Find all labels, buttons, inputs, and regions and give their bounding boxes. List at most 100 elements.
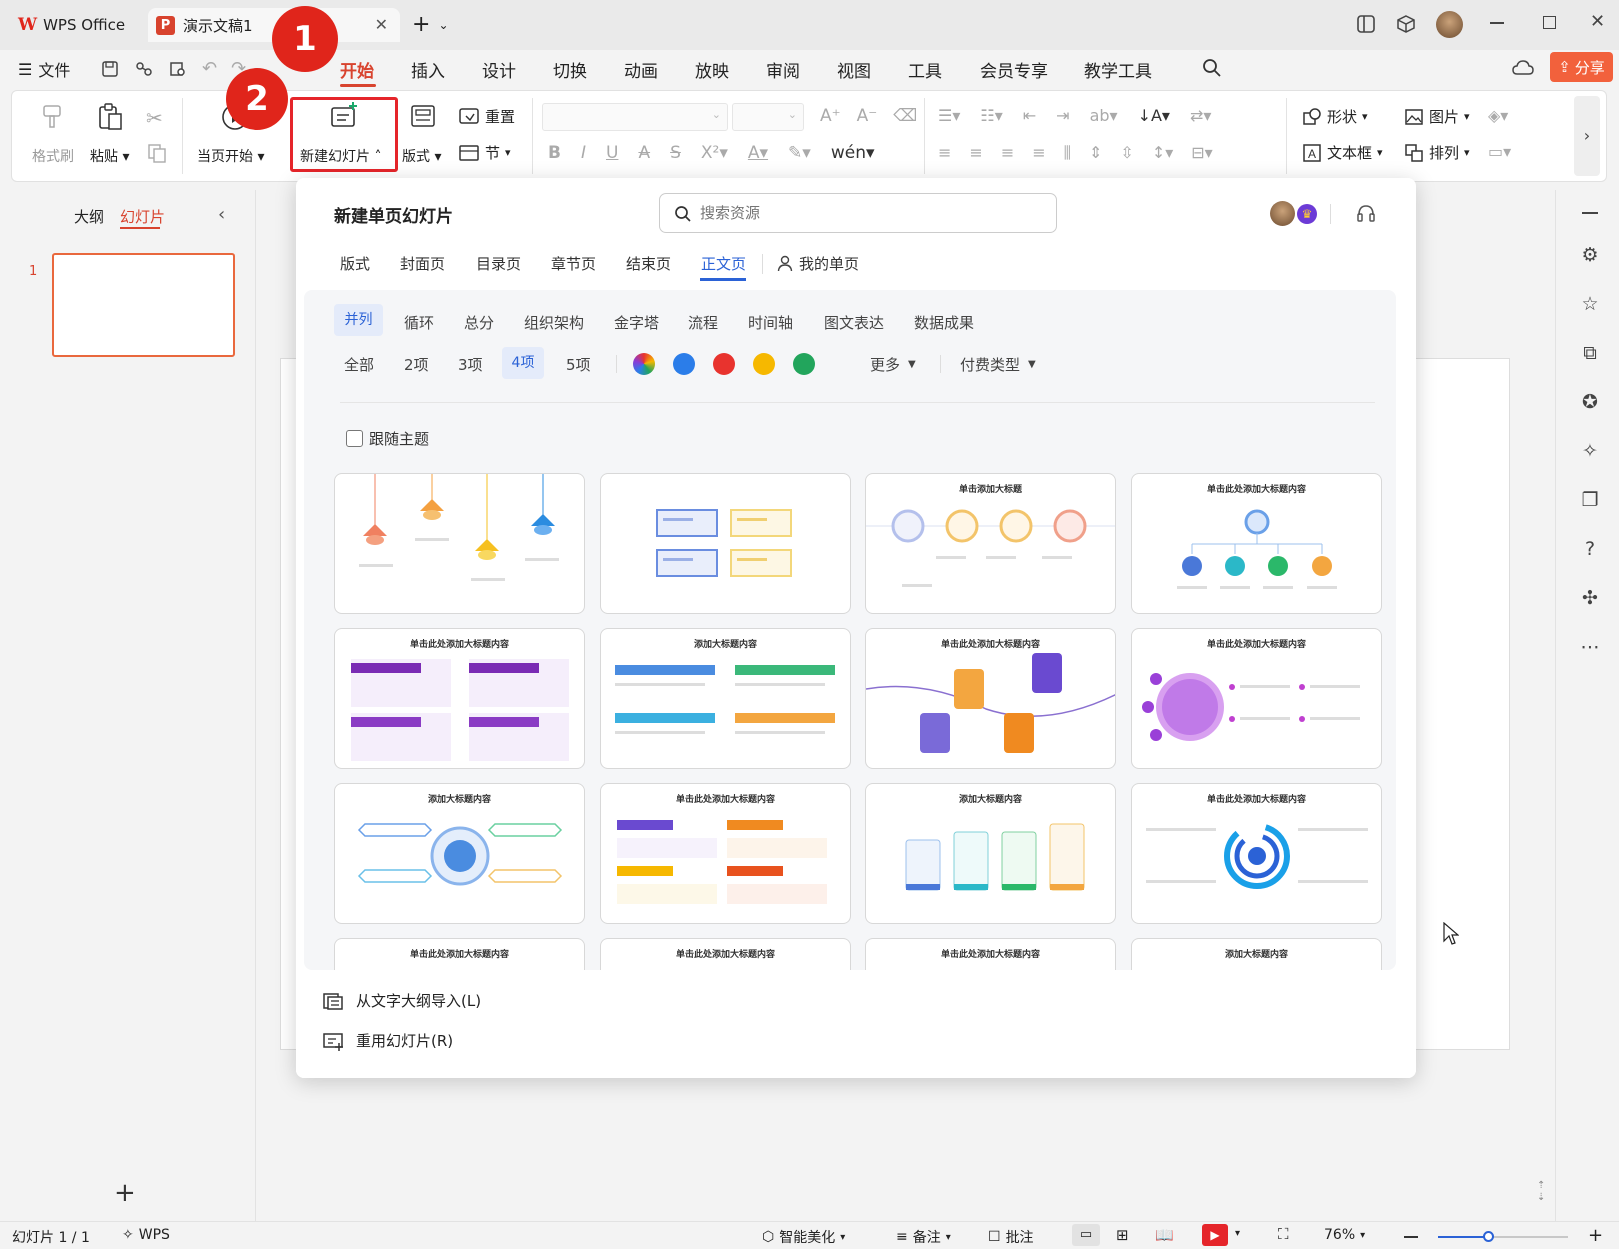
font-shrink-icon[interactable]: A⁻ (857, 106, 878, 126)
new-tab-button[interactable]: + ⌄ (412, 12, 449, 37)
paragraph-spacing-icon[interactable]: ⇳ (1120, 143, 1133, 163)
template-card[interactable]: 添加大标题内容 (334, 783, 585, 924)
template-card[interactable]: 添加大标题内容 (1131, 938, 1382, 970)
template-card[interactable]: 单击此处添加大标题内容 (1131, 628, 1382, 769)
color-filter-blue[interactable] (673, 353, 695, 375)
menu-insert[interactable]: 插入 (411, 57, 445, 82)
pay-type-dropdown[interactable]: 付费类型 ▼ (960, 354, 1036, 375)
menu-tools[interactable]: 工具 (908, 57, 942, 82)
menu-review[interactable]: 审阅 (766, 57, 800, 82)
outline-icon[interactable]: ▭▾ (1488, 142, 1511, 161)
more-filter-dropdown[interactable]: 更多 ▼ (870, 354, 916, 375)
share-link-icon[interactable] (134, 59, 154, 79)
template-card[interactable]: 单击此处添加大标题内容 (1131, 473, 1382, 614)
comments-button[interactable]: ☐ 批注 (988, 1227, 1034, 1247)
indent-icon[interactable]: ⇥ (1056, 106, 1069, 125)
more-icon[interactable]: ⋯ (1581, 636, 1600, 658)
line-spacing-icon[interactable]: ↕▾ (1152, 143, 1173, 163)
distribute-icon[interactable]: ⫼ (1064, 143, 1071, 163)
search-input[interactable] (700, 202, 1040, 224)
layout-icon[interactable] (410, 104, 436, 128)
tab-slides[interactable]: 幻灯片 (120, 206, 165, 227)
menu-teaching-tools[interactable]: 教学工具 (1084, 57, 1152, 82)
share-button[interactable]: ⇪ 分享 (1550, 52, 1613, 82)
layout-toggle-icon[interactable] (1356, 14, 1376, 34)
superscript-icon[interactable]: X²▾ (701, 143, 728, 163)
text-align-vertical-icon[interactable]: ⊟▾ (1191, 143, 1212, 163)
subcategory-process[interactable]: 流程 (688, 312, 718, 333)
design-icon[interactable]: ⧉ (1583, 342, 1597, 364)
subcategory-image-text[interactable]: 图文表达 (824, 312, 884, 333)
template-card[interactable]: 单击此处添加大标题内容 (865, 628, 1116, 769)
close-window-icon[interactable]: ✕ (1590, 11, 1605, 32)
format-painter-icon[interactable] (38, 102, 66, 130)
tab-cover[interactable]: 封面页 (400, 253, 445, 274)
color-filter-green[interactable] (793, 353, 815, 375)
filter-5-items[interactable]: 5项 (566, 354, 591, 375)
template-card[interactable] (334, 473, 585, 614)
help-icon[interactable]: ? (1585, 538, 1595, 560)
picture-button[interactable]: 图片 ▾ (1404, 106, 1470, 127)
subcategory-timeline[interactable]: 时间轴 (748, 312, 793, 333)
close-tab-icon[interactable]: ✕ (375, 15, 388, 34)
menu-slideshow[interactable]: 放映 (695, 57, 729, 82)
subcategory-cycle[interactable]: 循环 (404, 312, 434, 333)
properties-icon[interactable]: ⚙ (1581, 244, 1598, 266)
menu-animation[interactable]: 动画 (624, 57, 658, 82)
fit-window-icon[interactable]: ⛶ (1278, 1225, 1289, 1243)
template-card[interactable]: 单击添加大标题 (865, 473, 1116, 614)
chevron-down-icon[interactable]: ▾ (1235, 1228, 1240, 1239)
maximize-icon[interactable] (1543, 16, 1556, 29)
subcategory-pyramid[interactable]: 金字塔 (614, 312, 659, 333)
fill-icon[interactable]: ◈▾ (1488, 106, 1508, 125)
smart-beautify-button[interactable]: ⬡ 智能美化 ▾ (762, 1227, 845, 1247)
file-menu[interactable]: ☰ 文件 (18, 57, 70, 81)
convert-icon[interactable]: ⇄▾ (1190, 106, 1211, 125)
font-grow-icon[interactable]: A⁺ (820, 106, 841, 126)
scroll-arrows-icon[interactable]: ⇡ ⇣ (1537, 1180, 1545, 1204)
template-card[interactable]: 单击此处添加大标题内容 (600, 938, 851, 970)
shadow-icon[interactable]: S (670, 143, 681, 163)
search-icon[interactable] (1202, 58, 1222, 78)
book-icon[interactable]: ❐ (1581, 489, 1598, 511)
cloud-icon[interactable] (1512, 58, 1534, 78)
filter-4-items[interactable]: 4项 (502, 347, 544, 379)
filter-2-items[interactable]: 2项 (404, 354, 429, 375)
italic-icon[interactable]: I (581, 143, 586, 163)
template-card[interactable]: 添加大标题内容 (600, 628, 851, 769)
copy-icon[interactable] (146, 142, 168, 164)
section-button[interactable]: 节 ▾ (458, 142, 511, 163)
menu-home[interactable]: 开始 (340, 57, 374, 82)
align-left-icon[interactable]: ≡ (938, 143, 951, 163)
highlight-icon[interactable]: ✎▾ (788, 143, 811, 163)
avatar[interactable] (1436, 11, 1463, 38)
arrange-button[interactable]: 排列 ▾ (1404, 142, 1470, 163)
shape-button[interactable]: 形状 ▾ (1302, 106, 1368, 127)
outdent-icon[interactable]: ⇤ (1023, 106, 1036, 125)
bullet-list-icon[interactable]: ☰▾ (938, 106, 960, 125)
paste-icon[interactable] (96, 102, 124, 132)
menu-view[interactable]: 视图 (837, 57, 871, 82)
justify-icon[interactable]: ≡ (1032, 143, 1045, 163)
format-painter-label[interactable]: 格式刷 (32, 146, 74, 166)
template-card[interactable]: 单击此处添加大标题内容 (600, 783, 851, 924)
slide-thumbnail[interactable] (52, 253, 235, 357)
print-preview-icon[interactable] (168, 59, 188, 79)
subcategory-total-split[interactable]: 总分 (464, 312, 494, 333)
subcategory-data[interactable]: 数据成果 (914, 312, 974, 333)
menu-member[interactable]: 会员专享 (980, 57, 1048, 82)
add-slide-button[interactable]: + (114, 1178, 136, 1208)
avatar[interactable] (1270, 201, 1295, 226)
template-card[interactable]: 单击此处添加大标题内容 (1131, 783, 1382, 924)
collapse-panel-icon[interactable]: ‹ (218, 204, 225, 225)
zoom-slider-handle[interactable] (1483, 1231, 1494, 1242)
reuse-slides-button[interactable]: 重用幻灯片(R) (322, 1030, 453, 1051)
wps-ai-button[interactable]: ✧ WPS (122, 1227, 170, 1243)
strikethrough-icon[interactable]: A (638, 143, 650, 163)
sort-icon[interactable]: ↓A▾ (1138, 106, 1170, 125)
bold-icon[interactable]: B (548, 143, 561, 163)
layout-button[interactable]: 版式 ▾ (402, 146, 441, 166)
zoom-out-icon[interactable] (1404, 1236, 1418, 1238)
underline-icon[interactable]: U (606, 143, 618, 163)
filter-all[interactable]: 全部 (344, 354, 374, 375)
